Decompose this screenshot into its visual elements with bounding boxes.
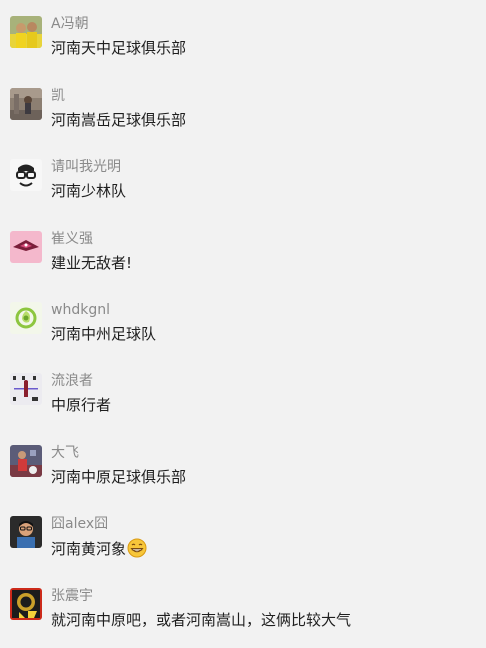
avatar-two-people-yellow-icon[interactable]	[10, 16, 42, 48]
comment-author[interactable]: whdkgnl	[51, 301, 110, 319]
avatar-badge-70-icon[interactable]	[10, 588, 42, 620]
comment-text: 河南中原足球俱乐部	[51, 468, 187, 486]
comment-text: 河南少林队	[51, 182, 127, 200]
comment-item: A冯朝 河南天中足球俱乐部	[0, 16, 486, 76]
comment-text: 河南中州足球队	[51, 325, 157, 343]
comment-author[interactable]: 崔义强	[51, 230, 93, 248]
comment-author[interactable]: 凯	[51, 87, 65, 105]
avatar-chart-sheet-icon[interactable]	[10, 373, 42, 405]
comment-item: 凯 河南嵩岳足球俱乐部	[0, 88, 486, 148]
avatar-green-logo-icon[interactable]	[10, 302, 42, 334]
comment-author[interactable]: 流浪者	[51, 372, 93, 390]
comment-text: 河南嵩岳足球俱乐部	[51, 111, 187, 129]
grin-emoji-icon	[127, 538, 147, 563]
comment-item: whdkgnl 河南中州足球队	[0, 302, 486, 362]
comment-author[interactable]: 请叫我光明	[51, 158, 121, 176]
avatar-soccer-photo-icon[interactable]	[10, 445, 42, 477]
avatar-person-photo-icon[interactable]	[10, 88, 42, 120]
comment-item: 崔义强 建业无敌者!	[0, 231, 486, 291]
avatar-man-photo-icon[interactable]	[10, 516, 42, 548]
comment-text: 河南黄河象	[51, 538, 147, 563]
comment-item: 流浪者 中原行者	[0, 373, 486, 433]
comment-text: 中原行者	[51, 396, 112, 414]
comment-list: A冯朝 河南天中足球俱乐部 凯 河南嵩岳足球俱乐部 请叫我光明 河南少林队 崔义…	[0, 0, 486, 636]
comment-item: 囧alex囧 河南黄河象	[0, 516, 486, 576]
comment-text: 就河南中原吧，或者河南嵩山，这俩比较大气	[51, 611, 352, 629]
avatar-glasses-cartoon-icon[interactable]	[10, 159, 42, 191]
avatar-pink-bird-icon[interactable]	[10, 231, 42, 263]
comment-author[interactable]: 囧alex囧	[51, 515, 108, 533]
comment-text: 建业无敌者!	[51, 254, 133, 272]
comment-author[interactable]: 大飞	[51, 444, 79, 462]
comment-author[interactable]: 张震宇	[51, 587, 93, 605]
comment-item: 大飞 河南中原足球俱乐部	[0, 445, 486, 505]
comment-item: 张震宇 就河南中原吧，或者河南嵩山，这俩比较大气	[0, 588, 486, 648]
comment-item: 请叫我光明 河南少林队	[0, 159, 486, 219]
comment-text: 河南天中足球俱乐部	[51, 39, 187, 57]
comment-author[interactable]: A冯朝	[51, 15, 89, 33]
